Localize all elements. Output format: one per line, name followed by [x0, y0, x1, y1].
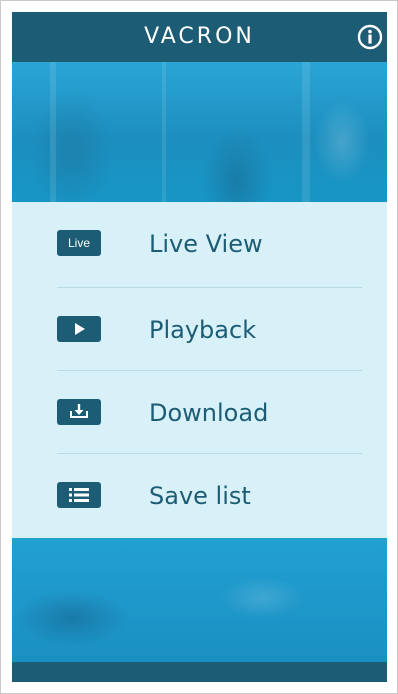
- menu-item-label: Playback: [149, 316, 257, 344]
- menu-item-label: Download: [149, 399, 269, 427]
- menu-item-save-list[interactable]: Save list: [12, 454, 387, 538]
- menu-item-label: Live View: [149, 230, 263, 258]
- app-screen: VACRON Live Live View Playback Download …: [12, 12, 387, 682]
- brand-logo: VACRON: [144, 24, 255, 49]
- footer-bar: [12, 662, 387, 682]
- menu-item-playback[interactable]: Playback: [12, 288, 387, 372]
- background-photo-top: [12, 62, 387, 202]
- main-menu: Live Live View Playback Download Save li…: [12, 202, 387, 538]
- info-icon[interactable]: [357, 24, 383, 50]
- play-icon: [57, 316, 101, 342]
- menu-item-label: Save list: [149, 482, 251, 510]
- download-icon: [57, 399, 101, 425]
- menu-item-download[interactable]: Download: [12, 371, 387, 455]
- list-icon: [57, 482, 101, 508]
- background-photo-bottom: [12, 538, 387, 662]
- app-header: VACRON: [12, 12, 387, 62]
- menu-item-live-view[interactable]: Live Live View: [12, 202, 387, 286]
- live-icon: Live: [57, 230, 101, 256]
- screenshot-frame: VACRON Live Live View Playback Download …: [0, 0, 398, 694]
